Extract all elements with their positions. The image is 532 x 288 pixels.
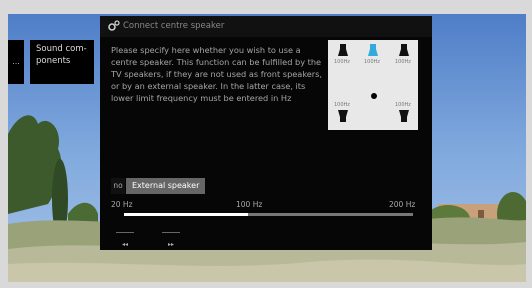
rear-left-speaker-label: 100Hz [334, 102, 350, 108]
rear-right-speaker-icon [399, 110, 409, 122]
front-left-speaker-label: 100Hz [334, 59, 350, 65]
front-right-speaker-icon [399, 44, 409, 56]
option-no[interactable]: no [111, 178, 125, 194]
nav-divider-left [116, 232, 134, 233]
rear-left-speaker-icon [338, 110, 348, 122]
front-right-speaker-label: 100Hz [395, 59, 411, 65]
connect-centre-speaker-dialog: Connect centre speaker Please specify he… [100, 16, 432, 250]
frequency-min-label: 20 Hz [111, 200, 133, 209]
frequency-slider-fill [124, 213, 249, 216]
menu-item-previous[interactable]: ... [8, 40, 24, 84]
frequency-slider[interactable] [124, 213, 413, 216]
tv-screen: ... Sound com- ponents Connect centre sp… [8, 14, 526, 282]
menu-item-sound-components[interactable]: Sound com- ponents [30, 40, 94, 84]
listener-position-dot [371, 93, 377, 99]
nav-divider-right [162, 232, 180, 233]
dialog-title: Connect centre speaker [123, 21, 225, 31]
dialog-description: Please specify here whether you wish to … [111, 45, 323, 104]
gears-icon [108, 20, 120, 31]
centre-speaker-label: 100Hz [364, 59, 380, 65]
back-button[interactable]: ◂◂ [114, 240, 136, 250]
rear-right-speaker-label: 100Hz [395, 102, 411, 108]
front-left-speaker-icon [338, 44, 348, 56]
speaker-diagram: 100Hz 100Hz 100Hz 100Hz 100Hz [328, 40, 418, 130]
forward-button[interactable]: ▸▸ [160, 240, 182, 250]
dialog-titlebar: Connect centre speaker [100, 16, 432, 37]
centre-speaker-icon [368, 44, 378, 56]
frequency-max-label: 200 Hz [389, 200, 416, 209]
option-external-speaker[interactable]: External speaker [126, 178, 206, 194]
frequency-mid-label: 100 Hz [236, 200, 263, 209]
